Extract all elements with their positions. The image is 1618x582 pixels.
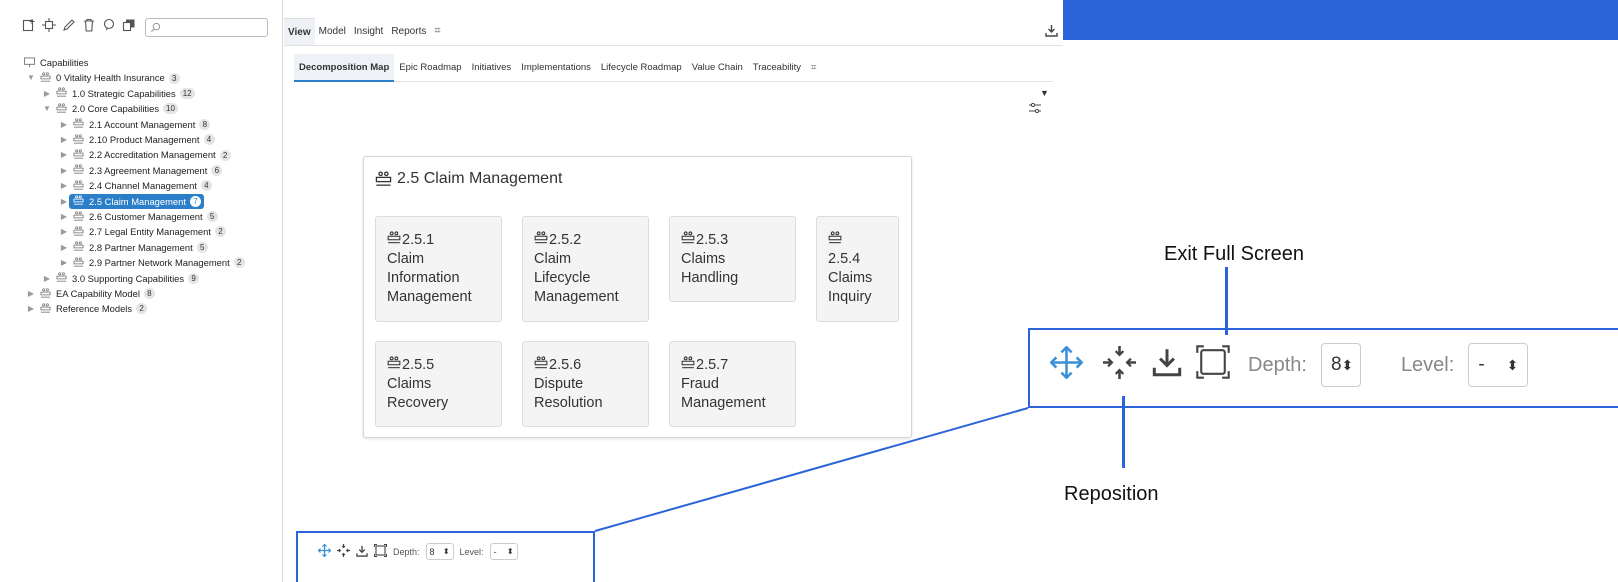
- move-icon[interactable]: [1049, 344, 1084, 385]
- level-value: -: [1478, 354, 1485, 375]
- level-select[interactable]: - ⬍: [1468, 343, 1529, 387]
- level-label: Level:: [1400, 353, 1455, 376]
- stepper-icon: ⬍: [1506, 356, 1519, 373]
- annotation-pointer-line: [1225, 267, 1228, 335]
- annotation-reposition: Reposition: [1064, 483, 1159, 505]
- depth-select[interactable]: 8 ⬍: [1320, 343, 1361, 387]
- depth-value: 8: [1330, 354, 1342, 375]
- reposition-icon[interactable]: [1103, 345, 1136, 385]
- callout-connector: [594, 407, 1029, 532]
- annotation-exit-full-screen: Exit Full Screen: [1164, 243, 1305, 265]
- zoomed-controls: Depth: 8 ⬍ Level: - ⬍: [1049, 343, 1529, 387]
- annotation-pointer-line: [1122, 396, 1125, 468]
- exit-fullscreen-icon[interactable]: [1196, 345, 1230, 385]
- app-root: Capabilities ▼ 0 Vitality Health Insuran…: [0, 0, 1618, 582]
- download-icon[interactable]: [1152, 347, 1182, 383]
- depth-label: Depth:: [1248, 353, 1307, 376]
- stepper-icon: ⬍: [1341, 356, 1354, 373]
